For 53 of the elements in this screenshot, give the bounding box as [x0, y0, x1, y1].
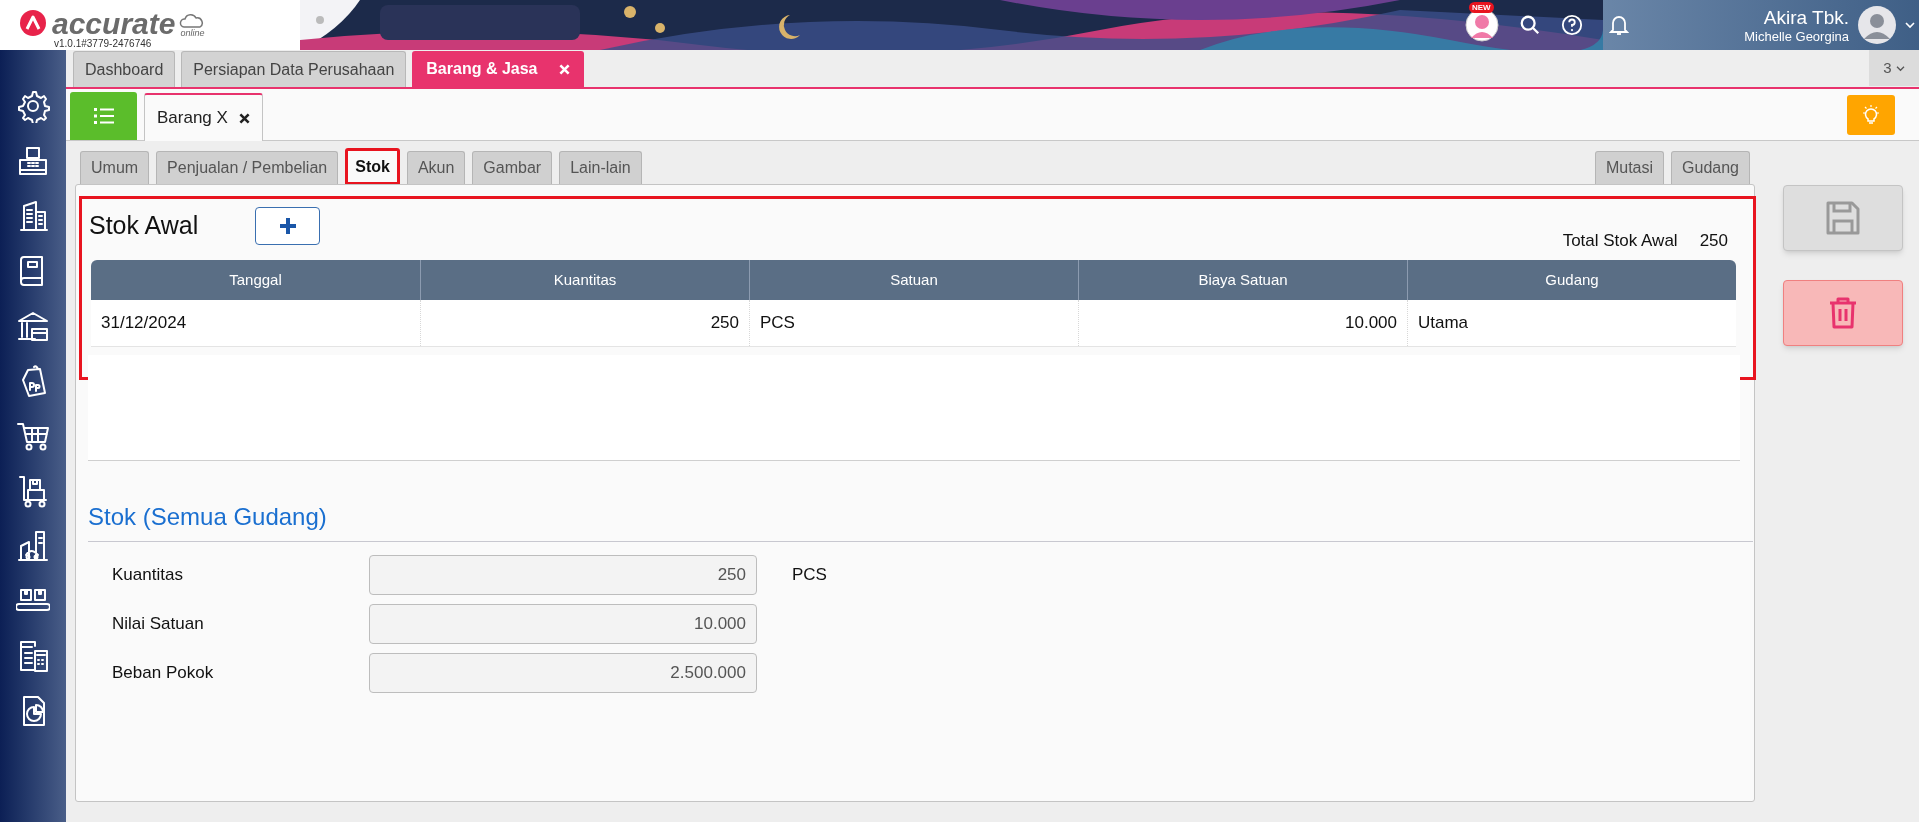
tab-count-dropdown[interactable]: 3 — [1869, 50, 1919, 86]
form-tab[interactable]: Stok — [345, 148, 400, 185]
form-tab[interactable]: Umum — [80, 151, 150, 184]
logo-icon — [20, 10, 46, 36]
bell-icon[interactable] — [1609, 14, 1629, 36]
help-icon[interactable] — [1561, 14, 1583, 36]
form-tab[interactable]: Penjualan / Pembelian — [156, 151, 339, 184]
add-button[interactable] — [255, 207, 320, 245]
company-name: Akira Tbk. — [1763, 6, 1849, 29]
user-avatar-icon[interactable] — [1857, 5, 1897, 45]
user-name: Michelle Georgina — [1744, 28, 1849, 44]
trash-icon — [1828, 296, 1858, 330]
total-label: Total Stok Awal — [1562, 229, 1678, 252]
list-icon — [93, 107, 114, 125]
trolley-icon[interactable] — [16, 474, 50, 508]
field-label: Nilai Satuan — [112, 613, 205, 636]
unit-label: PCS — [792, 564, 827, 587]
table-cell: 10.000 — [1078, 300, 1407, 346]
new-badge: NEW — [1469, 2, 1494, 13]
save-icon — [1825, 200, 1861, 236]
form-tab[interactable]: Gudang — [1671, 151, 1750, 184]
factory-icon[interactable] — [16, 529, 50, 563]
lightbulb-icon — [1862, 104, 1880, 125]
section-heading: Stok (Semua Gudang) — [88, 499, 1753, 542]
table-cell: Utama — [1407, 300, 1736, 346]
table-cell-text: 31/12/2024 — [100, 312, 188, 335]
form-tab[interactable]: Lain-lain — [559, 151, 642, 184]
form-tab[interactable]: Akun — [406, 151, 466, 184]
logo-text: accurate — [52, 10, 176, 38]
search-icon[interactable] — [1519, 14, 1541, 36]
document-tab[interactable]: Barang X — [144, 93, 263, 141]
total-value: 250 — [1699, 229, 1728, 252]
fax-machine-icon[interactable] — [16, 144, 50, 178]
chevron-down-icon[interactable] — [1905, 21, 1915, 29]
field-label: Kuantitas — [112, 564, 184, 587]
bank-icon[interactable] — [16, 309, 50, 343]
version-text: v1.0.1#3779-2476746 — [54, 38, 153, 49]
gear-icon[interactable] — [16, 89, 50, 123]
app-tab[interactable]: Dashboard — [73, 51, 176, 87]
close-icon[interactable] — [238, 112, 250, 124]
form-tab[interactable]: Mutasi — [1594, 151, 1665, 184]
cloud-icon — [179, 14, 206, 28]
app-tab[interactable]: Barang & Jasa — [412, 51, 585, 87]
form-tab[interactable]: Gambar — [472, 151, 553, 184]
section-title: Stok Awal — [89, 210, 200, 242]
plus-icon — [278, 217, 297, 235]
chevron-down-icon — [1895, 64, 1905, 72]
app-tab[interactable]: Persiapan Data Perusahaan — [181, 51, 407, 87]
table-cell: 250 — [420, 300, 749, 346]
logo-subtitle: online — [180, 28, 205, 38]
column-header[interactable]: Tanggal — [91, 260, 420, 300]
table-cell: PCS — [749, 300, 1078, 346]
field-label: Beban Pokok — [112, 662, 215, 685]
